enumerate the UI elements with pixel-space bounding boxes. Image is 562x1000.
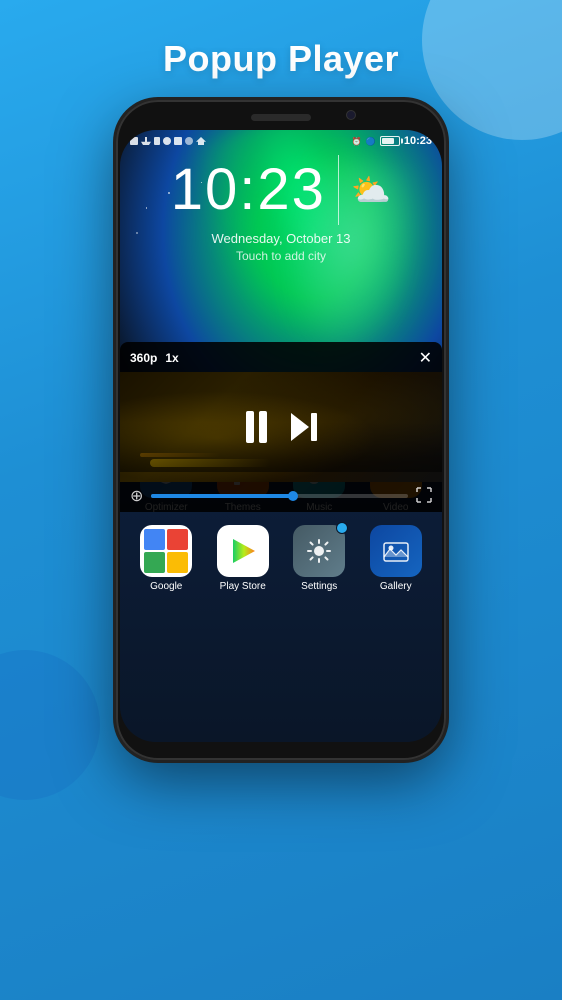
playstore-icon[interactable] (217, 525, 269, 577)
lock-divider (338, 155, 340, 225)
skip-next-icon (291, 413, 317, 441)
gallery-svg (380, 535, 412, 567)
popup-player-info: 360p 1x (130, 351, 179, 365)
google-icon[interactable] (140, 525, 192, 577)
playstore-label: Play Store (220, 581, 266, 592)
extra-icon2 (196, 137, 206, 145)
popup-close-button[interactable]: ✕ (419, 348, 432, 368)
progress-fill (151, 494, 292, 498)
battery-fill (382, 138, 395, 144)
phone-mockup: ⏰ 🔵 10:23 10:23 ⛅ Wednesday, October 13 … (116, 100, 446, 760)
popup-player[interactable]: 360p 1x ✕ (120, 342, 442, 512)
popup-video-area[interactable] (120, 372, 442, 482)
front-camera (346, 110, 356, 120)
settings-badge (336, 522, 348, 534)
playstore-svg (228, 536, 258, 566)
pause-bar-left (246, 411, 254, 443)
progress-track[interactable] (151, 494, 408, 498)
settings-icon[interactable] (293, 525, 345, 577)
app-item-settings[interactable]: Settings (293, 525, 345, 592)
google-cell-1 (144, 529, 165, 550)
status-left-icons (130, 137, 206, 145)
app-item-google[interactable]: Google (140, 525, 192, 592)
play-controls (246, 411, 317, 443)
alarm-icon: ⏰ (352, 137, 362, 146)
bg-decoration-2 (0, 650, 100, 800)
zoom-icon[interactable]: ⊕ (130, 486, 143, 506)
google-grid (140, 525, 192, 577)
video-resolution: 360p (130, 351, 157, 365)
google-cell-4 (167, 552, 188, 573)
signal-icon (154, 137, 160, 145)
lock-screen-content: 10:23 ⛅ Wednesday, October 13 Touch to a… (120, 155, 442, 263)
bluetooth-icon: 🔵 (366, 137, 376, 146)
google-label: Google (150, 581, 182, 592)
phone-speaker (251, 114, 311, 121)
battery-icon (380, 136, 400, 146)
app-row-2: Google (120, 519, 442, 600)
phone-body: ⏰ 🔵 10:23 10:23 ⛅ Wednesday, October 13 … (116, 100, 446, 760)
extra-icon (185, 137, 193, 145)
fullscreen-icon[interactable] (416, 487, 432, 506)
sync-icon (174, 137, 182, 145)
weather-icon: ⛅ (351, 174, 391, 206)
lock-date: Wednesday, October 13 (120, 231, 442, 246)
popup-player-header: 360p 1x ✕ (120, 342, 442, 372)
google-cell-3 (144, 552, 165, 573)
progress-thumb (288, 491, 298, 501)
gallery-icon[interactable] (370, 525, 422, 577)
video-speed: 1x (165, 351, 178, 365)
settings-svg (304, 536, 334, 566)
status-right-icons: ⏰ 🔵 10:23 (352, 135, 432, 147)
pause-button[interactable] (246, 411, 267, 443)
app-item-gallery[interactable]: Gallery (370, 525, 422, 592)
gallery-label: Gallery (380, 581, 412, 592)
google-cell-2 (167, 529, 188, 550)
settings-label: Settings (301, 581, 337, 592)
fullscreen-svg (416, 487, 432, 503)
lock-time-row: 10:23 ⛅ (120, 155, 442, 225)
phone-screen: ⏰ 🔵 10:23 10:23 ⛅ Wednesday, October 13 … (120, 130, 442, 742)
wifi-icon (141, 137, 151, 145)
app-item-playstore[interactable]: Play Store (217, 525, 269, 592)
skip-button[interactable] (291, 413, 317, 441)
popup-player-bottom: ⊕ (120, 482, 442, 512)
lock-time: 10:23 (171, 161, 326, 219)
status-bar: ⏰ 🔵 10:23 (120, 130, 442, 152)
sim-icon (130, 137, 138, 145)
lock-city-hint: Touch to add city (120, 249, 442, 263)
status-time: 10:23 (404, 135, 432, 147)
rotate-icon (163, 137, 171, 145)
pause-bar-right (259, 411, 267, 443)
